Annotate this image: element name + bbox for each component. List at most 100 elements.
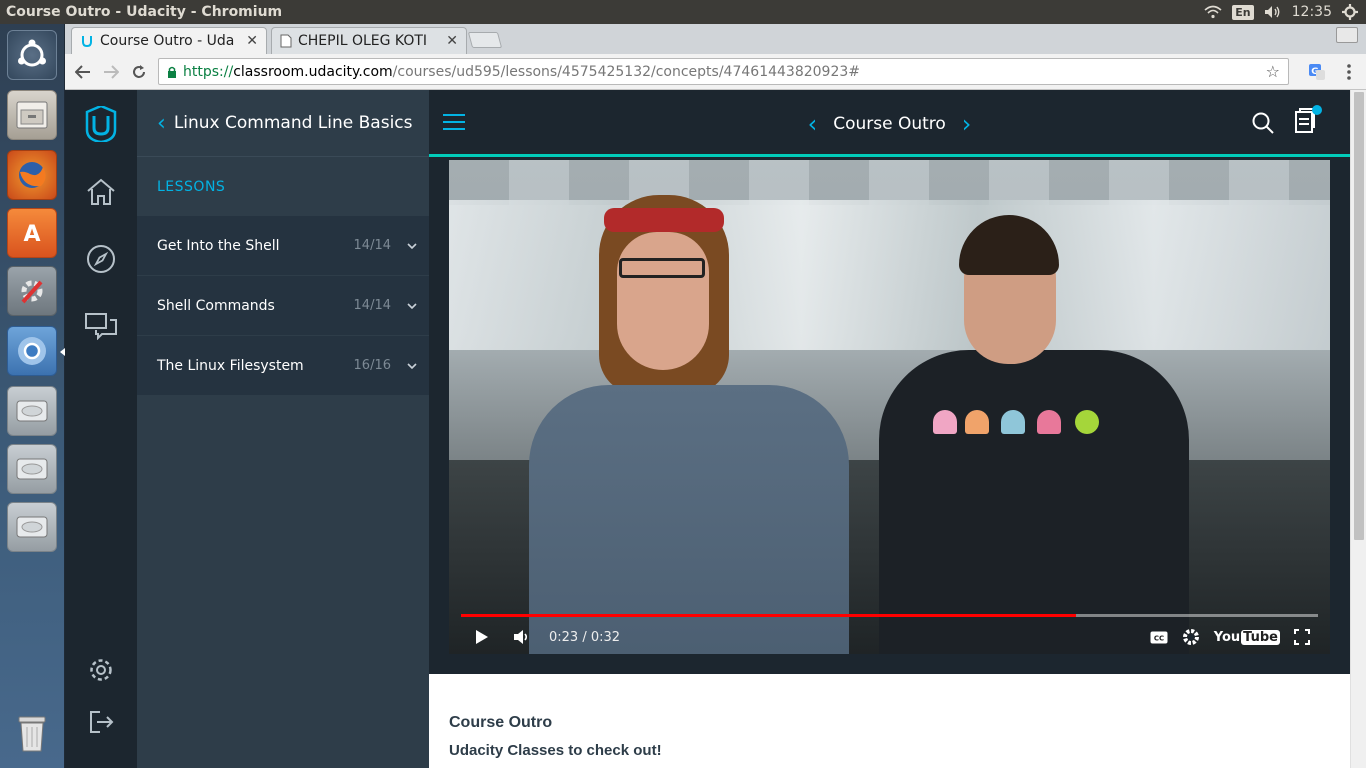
url-scheme: https://: [183, 63, 234, 80]
profile-button[interactable]: [1336, 27, 1358, 43]
video-frame: [1037, 410, 1061, 434]
svg-text:CC: CC: [1154, 634, 1164, 642]
bookmark-star-icon[interactable]: ☆: [1266, 62, 1280, 81]
captions-icon[interactable]: CC: [1150, 631, 1168, 644]
drive-icon[interactable]: [7, 502, 57, 552]
youtube-logo-tube: Tube: [1241, 629, 1280, 645]
chat-icon[interactable]: [79, 304, 123, 348]
chevron-down-icon[interactable]: [407, 359, 429, 372]
previous-concept-icon[interactable]: ‹: [808, 110, 818, 138]
drive-icon[interactable]: [7, 444, 57, 494]
udacity-rail: [65, 90, 137, 768]
tab-course-outro[interactable]: Course Outro - Uda ✕: [71, 27, 267, 54]
tab-close-icon[interactable]: ✕: [446, 33, 458, 49]
tab-close-icon[interactable]: ✕: [246, 33, 258, 49]
browser-toolbar: https:// classroom.udacity.com /courses/…: [65, 54, 1366, 90]
udacity-logo-icon[interactable]: [79, 102, 123, 146]
next-concept-icon[interactable]: ›: [962, 110, 972, 138]
lock-icon: [167, 66, 177, 78]
files-icon[interactable]: [7, 90, 57, 140]
trash-icon[interactable]: [7, 708, 57, 758]
settings-gear-icon[interactable]: [1182, 628, 1200, 646]
udacity-favicon-icon: [80, 34, 94, 48]
lessons-section-label: LESSONS: [157, 178, 226, 195]
new-tab-button[interactable]: [467, 32, 503, 48]
video-frame: [1075, 410, 1099, 434]
system-top-panel: Course Outro - Udacity - Chromium En 12:…: [0, 0, 1366, 24]
page-viewport: ‹ Linux Command Line Basics LESSONS Get …: [65, 90, 1366, 768]
concept-header: ‹ Course Outro ›: [429, 90, 1350, 157]
video-progress-bar[interactable]: [461, 614, 1318, 617]
compass-icon[interactable]: [79, 237, 123, 281]
lesson-title: Get Into the Shell: [157, 237, 280, 254]
video-frame: [617, 232, 709, 370]
tab-label: CHEPIL OLEG KOTI: [298, 33, 428, 49]
lesson-title: Shell Commands: [157, 297, 275, 314]
svg-text:A: A: [23, 222, 40, 247]
wifi-icon[interactable]: [1204, 5, 1222, 19]
keyboard-language-indicator[interactable]: En: [1232, 4, 1254, 20]
firefox-icon[interactable]: [7, 150, 57, 200]
chromium-icon[interactable]: [7, 326, 57, 376]
video-frame: [604, 208, 724, 232]
video-frame: [933, 410, 957, 434]
page-icon: [280, 34, 292, 48]
drive-icon[interactable]: [7, 386, 57, 436]
lesson-item[interactable]: The Linux Filesystem 16/16: [137, 336, 429, 396]
ubuntu-dash-icon[interactable]: [7, 30, 57, 80]
translate-icon[interactable]: G: [1303, 58, 1331, 86]
volume-icon[interactable]: [1264, 5, 1282, 19]
window-title: Course Outro - Udacity - Chromium: [6, 4, 283, 20]
play-icon[interactable]: [475, 629, 489, 645]
lesson-count: 14/14: [353, 298, 391, 313]
address-bar[interactable]: https:// classroom.udacity.com /courses/…: [158, 58, 1289, 85]
video-player[interactable]: 0:23 / 0:32 CC You Tube: [449, 160, 1330, 654]
url-path: /courses/ud595/lessons/4575425132/concep…: [392, 63, 860, 80]
chevron-left-icon: ‹: [157, 110, 166, 136]
scrollbar-thumb[interactable]: [1354, 92, 1364, 540]
back-button[interactable]: [69, 58, 97, 86]
indicator-area: En 12:35: [1204, 4, 1366, 20]
content-subheading: Udacity Classes to check out!: [449, 742, 662, 759]
youtube-logo[interactable]: You Tube: [1213, 629, 1280, 645]
video-time: 0:23 / 0:32: [549, 629, 621, 645]
system-settings-icon[interactable]: [7, 266, 57, 316]
chevron-down-icon[interactable]: [407, 299, 429, 312]
video-controls: 0:23 / 0:32 CC You Tube: [449, 620, 1330, 654]
unity-launcher: A: [0, 24, 65, 768]
tab-strip: Course Outro - Uda ✕ CHEPIL OLEG KOTI ✕: [65, 24, 1366, 54]
youtube-logo-you: You: [1213, 629, 1241, 645]
software-center-icon[interactable]: A: [7, 208, 57, 258]
tab-chepil[interactable]: CHEPIL OLEG KOTI ✕: [271, 27, 467, 54]
video-progress-fill: [461, 614, 1077, 617]
url-host: classroom.udacity.com: [233, 63, 393, 80]
logout-icon[interactable]: [79, 700, 123, 744]
lesson-item[interactable]: Shell Commands 14/14: [137, 276, 429, 336]
page-scrollbar[interactable]: [1350, 90, 1366, 768]
course-back-link[interactable]: ‹ Linux Command Line Basics: [137, 90, 429, 157]
search-icon[interactable]: [1252, 112, 1274, 138]
video-frame: [1001, 410, 1025, 434]
home-icon[interactable]: [79, 170, 123, 214]
video-frame: [449, 160, 1330, 205]
reload-button[interactable]: [125, 58, 153, 86]
fullscreen-icon[interactable]: [1294, 629, 1310, 645]
concept-title: Course Outro: [833, 113, 946, 134]
system-gear-icon[interactable]: [1342, 4, 1358, 20]
volume-icon[interactable]: [513, 629, 531, 645]
video-frame: [879, 350, 1189, 654]
notification-dot: [1312, 105, 1322, 115]
lesson-count: 14/14: [353, 238, 391, 253]
chevron-down-icon[interactable]: [407, 239, 429, 252]
clock[interactable]: 12:35: [1292, 4, 1332, 20]
concept-body: Course Outro Udacity Classes to check ou…: [429, 674, 1350, 768]
forward-button[interactable]: [97, 58, 125, 86]
menu-kebab-icon[interactable]: [1335, 58, 1363, 86]
tab-label: Course Outro - Uda: [100, 33, 235, 49]
lesson-item[interactable]: Get Into the Shell 14/14: [137, 216, 429, 276]
browser-window: Course Outro - Uda ✕ CHEPIL OLEG KOTI ✕ …: [65, 24, 1366, 768]
settings-gear-icon[interactable]: [79, 648, 123, 692]
course-title: Linux Command Line Basics: [173, 113, 413, 133]
lesson-title: The Linux Filesystem: [157, 357, 304, 374]
concept-navigation: ‹ Course Outro ›: [429, 90, 1350, 157]
